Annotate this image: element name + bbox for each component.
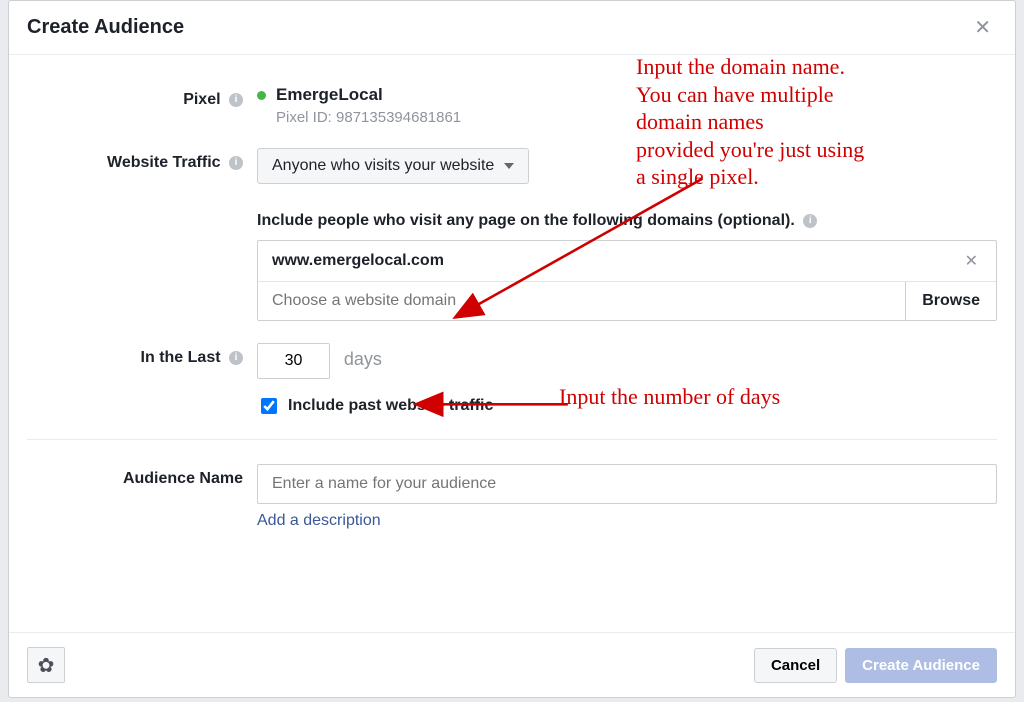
gear-icon[interactable]: ✿ [27, 647, 65, 683]
domain-chip: www.emergelocal.com [272, 252, 961, 270]
website-traffic-dropdown[interactable]: Anyone who visits your website [257, 148, 529, 184]
close-icon[interactable]: ✕ [968, 15, 997, 40]
include-past-label: Include past website traffic [288, 397, 493, 415]
pixel-id: Pixel ID: 987135394681861 [276, 109, 997, 126]
in-the-last-label: In the Last [141, 349, 221, 366]
add-description-link[interactable]: Add a description [257, 512, 381, 530]
days-input[interactable] [257, 343, 330, 379]
info-icon: i [229, 156, 243, 170]
days-unit: days [344, 349, 382, 369]
pixel-name: EmergeLocal [276, 85, 383, 105]
audience-name-label: Audience Name [123, 470, 243, 487]
website-traffic-label: Website Traffic [107, 154, 221, 171]
dialog-title: Create Audience [27, 16, 184, 39]
remove-domain-icon[interactable]: ✕ [961, 251, 982, 271]
include-past-checkbox[interactable] [261, 398, 277, 414]
dropdown-text: Anyone who visits your website [272, 157, 494, 175]
cancel-button[interactable]: Cancel [754, 648, 837, 683]
info-icon: i [229, 93, 243, 107]
info-icon: i [803, 214, 817, 228]
domain-input[interactable] [258, 282, 905, 320]
caret-down-icon [504, 163, 514, 169]
info-icon: i [229, 351, 243, 365]
pixel-label: Pixel [183, 91, 220, 108]
browse-button[interactable]: Browse [905, 282, 996, 320]
create-audience-button[interactable]: Create Audience [845, 648, 997, 683]
status-dot-icon [257, 91, 266, 100]
domains-instruction: Include people who visit any page on the… [257, 212, 795, 229]
audience-name-input[interactable] [257, 464, 997, 504]
